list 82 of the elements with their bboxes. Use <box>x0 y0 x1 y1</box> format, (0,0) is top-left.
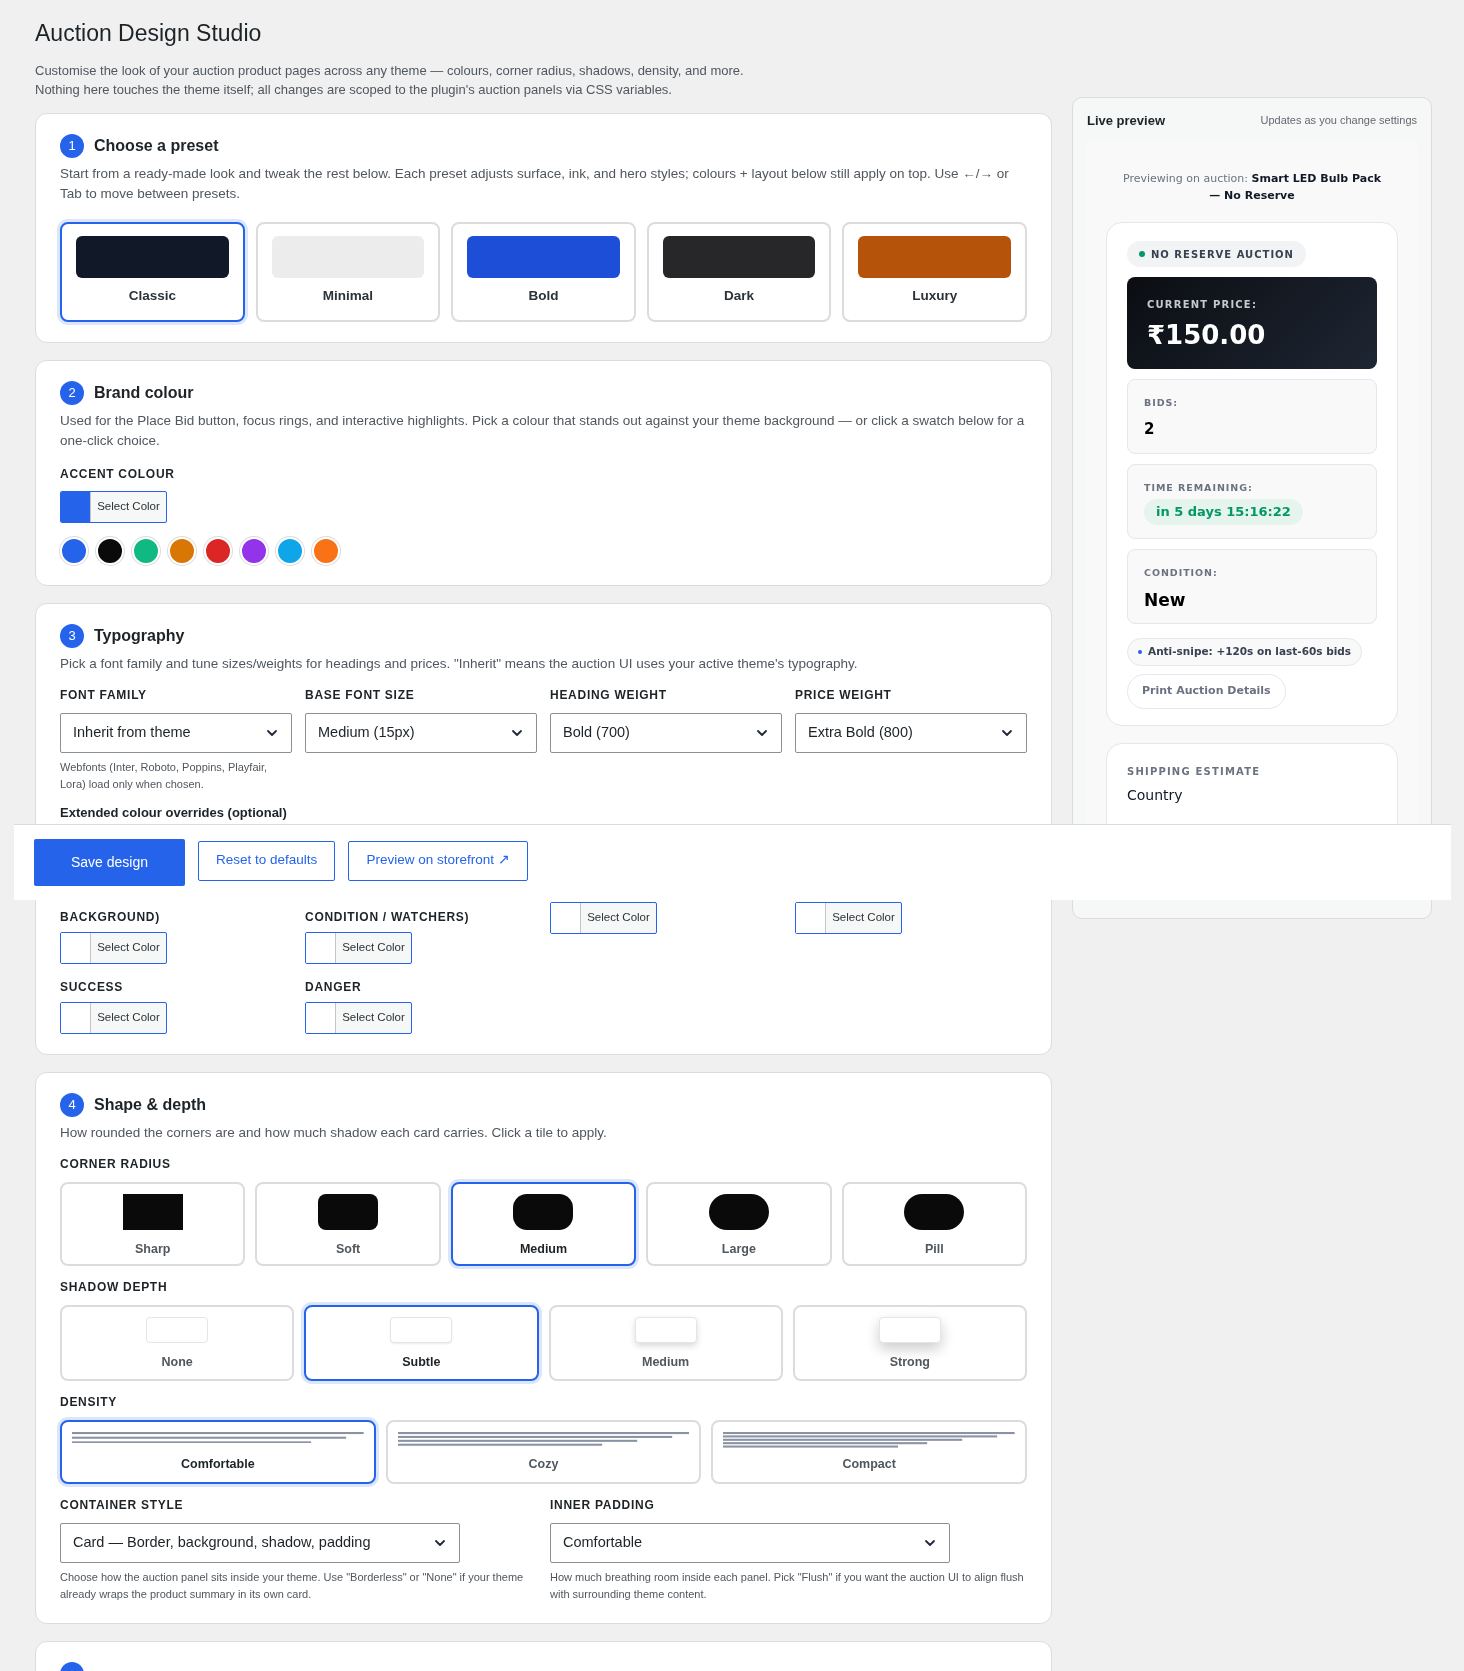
color-picker-button[interactable]: Select Color <box>795 902 902 934</box>
color-picker-button[interactable]: Select Color <box>305 932 412 964</box>
radius-tile[interactable]: Sharp <box>60 1182 246 1266</box>
field-label: BACKGROUND) <box>60 909 161 926</box>
section-description: Start from a ready-made look and tweak the rest below. Each preset adjusts surface, ink, and hero styles; colours + layout below still apply on top. Use ←/→ or Tab to move between presets. <box>60 164 1010 203</box>
shadow-tile[interactable]: Strong <box>792 1305 1027 1381</box>
section-description: Pick a font family and tune sizes/weights for headings and prices. "Inherit" means the auction UI uses your active theme's typography. <box>60 654 859 673</box>
density-tile[interactable]: Compact <box>711 1420 1027 1484</box>
help-text: How much breathing room inside each panel. Pick "Flush" if you want the auction UI to align flush with surrounding theme content. <box>550 1570 1025 1602</box>
stat-value: New <box>1144 589 1187 613</box>
section-title: Choose a preset <box>94 135 219 156</box>
radius-tile[interactable]: Medium <box>450 1182 637 1266</box>
stat-label: BIDS: <box>1144 396 1180 410</box>
color-picker-button[interactable]: Select Color <box>550 902 657 934</box>
save-button[interactable]: Save design <box>34 839 186 886</box>
section-description: Used for the Place Bid button, focus rings, and interactive highlights. Pick a colour that stands out against your theme background — or click a swatch below for a one-click choice. <box>60 411 1026 450</box>
field-label: CONTAINER STYLE <box>60 1497 185 1514</box>
shadow-tile[interactable]: Subtle <box>304 1305 539 1381</box>
countdown-pill: in 5 days 15:16:22 <box>1144 499 1303 525</box>
radius-tile[interactable]: Large <box>646 1182 832 1266</box>
step-number: 2 <box>60 380 84 405</box>
select-dropdown[interactable]: Medium (15px) <box>305 712 537 753</box>
density-tile[interactable]: Cozy <box>385 1420 702 1484</box>
field-label: DANGER <box>305 979 363 996</box>
outline-button[interactable]: Preview on storefront ↗ <box>348 840 528 881</box>
subsection-title: Extended colour overrides (optional) <box>60 803 288 822</box>
field-label: CORNER RADIUS <box>60 1156 172 1173</box>
shadow-tile[interactable]: None <box>60 1305 295 1381</box>
preset-tile[interactable]: Minimal <box>255 221 441 322</box>
price-label: CURRENT PRICE: <box>1147 298 1259 312</box>
page-description: Customise the look of your auction product pages across any theme — colours, corner radius, shadows, density, and more. <box>35 61 745 80</box>
field-label: CONDITION / WATCHERS) <box>305 909 471 926</box>
help-text: Webfonts (Inter, Roboto, Poppins, Playfair, Lora) load only when chosen. <box>60 759 269 792</box>
select-dropdown[interactable]: Comfortable <box>550 1523 950 1563</box>
panel-title: Live preview <box>1087 111 1166 130</box>
field-label: HEADING WEIGHT <box>550 686 668 704</box>
step-number: 1 <box>60 133 84 158</box>
anti-snipe-badge: Anti-snipe: +120s on last-60s bids <box>1127 638 1363 666</box>
preset-tile[interactable]: Dark <box>646 221 832 322</box>
field-label: ACCENT COLOUR <box>60 465 176 483</box>
preset-tile[interactable]: Classic <box>60 221 245 322</box>
section-title: Brand colour <box>94 382 194 403</box>
color-picker-button[interactable]: Select Color <box>60 932 167 964</box>
preview-auction-name: Previewing on auction: Smart LED Bulb Pack — No Reserve <box>1121 171 1383 204</box>
field-label: SUCCESS <box>60 979 125 996</box>
section-title: Typography <box>94 625 185 646</box>
density-tile[interactable]: Comfortable <box>60 1420 376 1484</box>
page-description: Nothing here touches the theme itself; all changes are scoped to the plugin's auction panels via CSS variables. <box>35 80 673 99</box>
field-label: FONT FAMILY <box>60 686 148 704</box>
shadow-tile[interactable]: Medium <box>548 1305 783 1381</box>
select-dropdown[interactable]: Bold (700) <box>550 712 782 753</box>
radius-tile[interactable]: Soft <box>255 1182 441 1266</box>
color-picker-button[interactable]: Select Color <box>60 490 167 523</box>
stat-value: 2 <box>1144 419 1156 441</box>
field-label: BASE FONT SIZE <box>305 686 416 704</box>
print-button[interactable]: Print Auction Details <box>1127 674 1286 709</box>
select-dropdown[interactable]: Card — Border, background, shadow, padding <box>60 1523 460 1563</box>
section-description: How rounded the corners are and how much shadow each card carries. Click a tile to apply. <box>60 1124 608 1142</box>
current-price: ₹150.00 <box>1147 319 1267 352</box>
field-label: SHADOW DEPTH <box>60 1279 169 1296</box>
section-title: Shape & depth <box>94 1095 206 1115</box>
shipping-field-label: Country <box>1127 786 1184 805</box>
shipping-label: SHIPPING ESTIMATE <box>1127 765 1262 779</box>
preset-tile[interactable]: Luxury <box>842 221 1027 322</box>
step-number: 3 <box>60 623 84 648</box>
select-dropdown[interactable]: Extra Bold (800) <box>795 712 1027 753</box>
color-picker-button[interactable]: Select Color <box>60 1002 167 1034</box>
stat-label: TIME REMAINING: <box>1144 481 1254 495</box>
status-badge: NO RESERVE AUCTION <box>1127 241 1306 267</box>
select-dropdown[interactable]: Inherit from theme <box>60 712 292 753</box>
panel-note: Updates as you change settings <box>1260 113 1417 128</box>
field-label: DENSITY <box>60 1394 119 1411</box>
radius-tile[interactable]: Pill <box>841 1182 1027 1266</box>
page-title: Auction Design Studio <box>35 19 263 48</box>
help-text: Choose how the auction panel sits inside your theme. Use "Borderless" or "None" if your theme already wraps the product summary in its own card. <box>60 1570 525 1602</box>
field-label: INNER PADDING <box>550 1497 656 1514</box>
preset-tile[interactable]: Bold <box>451 221 636 322</box>
field-label: PRICE WEIGHT <box>795 686 893 704</box>
stat-label: CONDITION: <box>1144 566 1219 580</box>
step-number: 4 <box>60 1093 84 1117</box>
color-picker-button[interactable]: Select Color <box>305 1002 412 1034</box>
outline-button[interactable]: Reset to defaults <box>198 840 336 881</box>
